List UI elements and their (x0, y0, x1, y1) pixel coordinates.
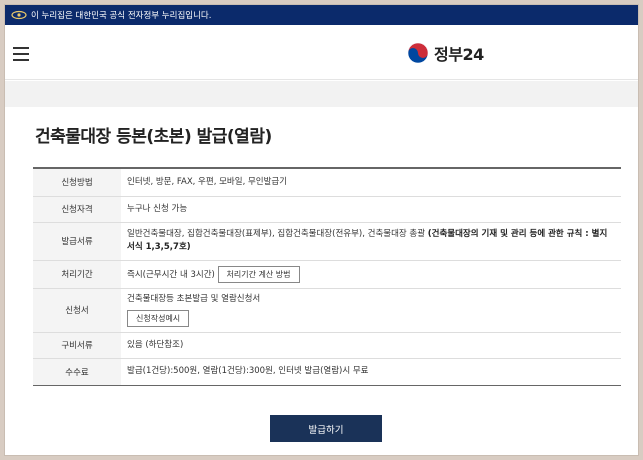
table-row: 신청서 건축물대장등 초본발급 및 열람신청서 신청작성예시 (33, 288, 621, 332)
processing-time-text: 즉시(근무시간 내 3시간) (127, 269, 215, 280)
table-row: 수수료 발급(1건당):500원, 열람(1건당):300원, 인터넷 발급(열… (33, 358, 621, 385)
page-title: 건축물대장 등본(초본) 발급(열람) (35, 127, 272, 147)
row-label: 신청서 (33, 288, 121, 332)
table-row: 발급서류 일반건축물대장, 집합건축물대장(표제부), 집합건축물대장(전유부)… (33, 222, 621, 260)
page-frame: 이 누리집은 대한민국 공식 전자정부 누리집입니다. 정부24 건축물대장 등… (4, 4, 639, 456)
row-value: 건축물대장등 초본발급 및 열람신청서 신청작성예시 (121, 288, 621, 332)
issued-docs-text: 일반건축물대장, 집합건축물대장(표제부), 집합건축물대장(전유부), 건축물… (127, 229, 428, 239)
row-value: 누구나 신청 가능 (127, 203, 188, 214)
row-label: 발급서류 (33, 222, 121, 260)
logo-text: 정부24 (434, 45, 484, 64)
government-emblem-icon (11, 10, 27, 20)
row-value: 있음 (하단참조) (127, 339, 184, 350)
application-example-button[interactable]: 신청작성예시 (127, 310, 190, 327)
row-label: 수수료 (33, 358, 121, 385)
application-form-text: 건축물대장등 초본발급 및 열람신청서 (127, 294, 261, 304)
table-row: 신청방법 인터넷, 방문, FAX, 우편, 모바일, 무인발급기 (33, 168, 621, 196)
official-site-banner: 이 누리집은 대한민국 공식 전자정부 누리집입니다. (5, 5, 638, 25)
gray-band (5, 81, 638, 107)
service-info-table: 신청방법 인터넷, 방문, FAX, 우편, 모바일, 무인발급기 신청자격 누… (33, 167, 621, 386)
table-row: 구비서류 있음 (하단참조) (33, 332, 621, 358)
row-value: 일반건축물대장, 집합건축물대장(표제부), 집합건축물대장(전유부), 건축물… (121, 222, 621, 260)
row-label: 신청자격 (33, 196, 121, 222)
issue-button[interactable]: 발급하기 (270, 415, 382, 442)
row-value: 즉시(근무시간 내 3시간) 처리기간 계산 방법 (121, 260, 621, 288)
banner-text: 이 누리집은 대한민국 공식 전자정부 누리집입니다. (31, 11, 212, 21)
row-value: 발급(1건당):500원, 열람(1건당):300원, 인터넷 발급(열람)시 … (127, 366, 369, 376)
processing-time-calc-button[interactable]: 처리기간 계산 방법 (217, 265, 300, 283)
taegeuk-logo-icon (407, 42, 429, 64)
gov24-logo[interactable]: 정부24 (407, 41, 484, 65)
site-header: 정부24 (5, 25, 638, 80)
row-label: 신청방법 (33, 168, 121, 196)
hamburger-menu-icon[interactable] (13, 47, 29, 61)
row-label: 처리기간 (33, 260, 121, 288)
row-label: 구비서류 (33, 332, 121, 358)
table-row: 처리기간 즉시(근무시간 내 3시간) 처리기간 계산 방법 (33, 260, 621, 288)
row-value: 인터넷, 방문, FAX, 우편, 모바일, 무인발급기 (127, 176, 288, 187)
table-row: 신청자격 누구나 신청 가능 (33, 196, 621, 222)
